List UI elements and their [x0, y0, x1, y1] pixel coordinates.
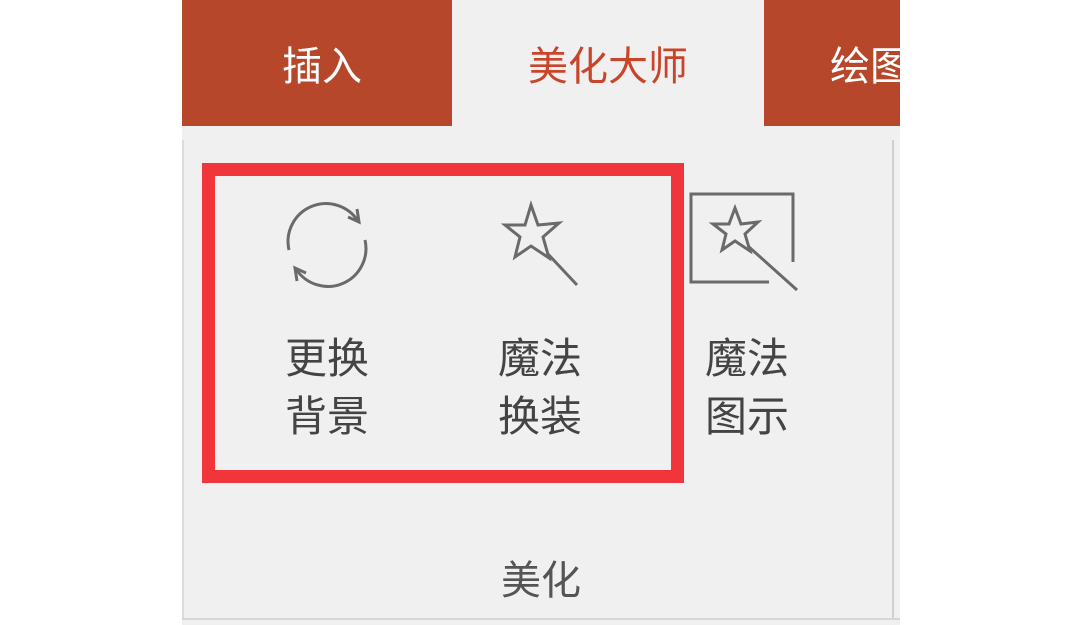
group-label: 美化	[501, 558, 581, 604]
highlight-box	[202, 163, 684, 483]
tab-insert[interactable]: 插入	[242, 0, 452, 126]
ribbon-tab-bar: 插入 美化大师 绘图	[182, 0, 900, 126]
tab-draw[interactable]: 绘图	[764, 0, 900, 126]
ribbon-bottom-border	[182, 618, 900, 620]
magic-diagram-icon	[685, 190, 809, 298]
ribbon-crop: 插入 美化大师 绘图 更换 背景 魔法 换装 魔法 图示 美化	[182, 0, 900, 625]
tab-beautify-master[interactable]: 美化大师	[452, 0, 764, 126]
tab-gap	[182, 126, 900, 140]
